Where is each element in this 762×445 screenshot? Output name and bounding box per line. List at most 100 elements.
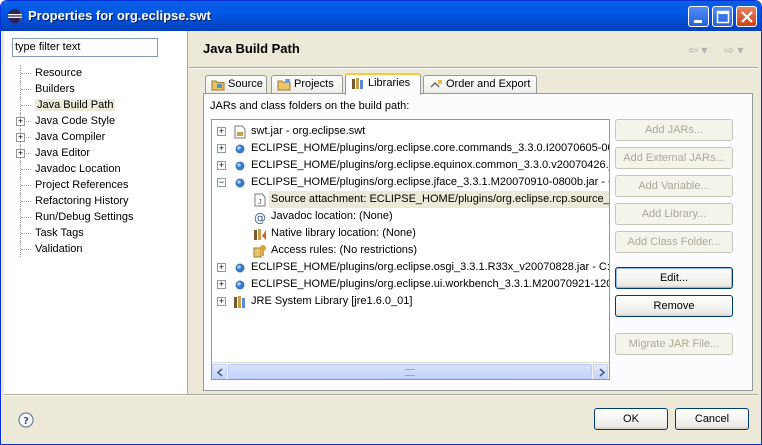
expand-icon[interactable]: + — [217, 263, 226, 272]
scroll-left-button[interactable] — [212, 364, 227, 379]
properties-dialog: Properties for org.eclipse.swt type filt… — [0, 0, 762, 445]
library-entry[interactable]: + ECLIPSE_HOME/plugins/org.eclipse.ui.wor… — [212, 276, 609, 293]
nav-item-java-editor[interactable]: + Java Editor — [16, 145, 186, 161]
expand-icon[interactable]: + — [217, 127, 226, 136]
nav-item-run-debug-settings[interactable]: Run/Debug Settings — [16, 209, 186, 225]
nav-item-label: Java Editor — [35, 147, 91, 159]
nav-item-task-tags[interactable]: Task Tags — [16, 225, 186, 241]
nav-item-validation[interactable]: Validation — [16, 241, 186, 257]
minimize-icon — [694, 20, 702, 23]
help-icon[interactable]: ? — [18, 412, 34, 428]
title-bar[interactable]: Properties for org.eclipse.swt — [1, 1, 761, 31]
footer-separator — [4, 394, 758, 396]
close-button[interactable] — [736, 6, 757, 27]
library-entry-text: ECLIPSE_HOME/plugins/org.eclipse.ui.work… — [251, 278, 609, 290]
library-attribute[interactable]: @ Javadoc location: (None) — [212, 208, 609, 225]
nav-item-java-code-style[interactable]: + Java Code Style — [16, 113, 186, 129]
nav-item-label: Run/Debug Settings — [35, 211, 134, 223]
nav-item-java-build-path[interactable]: Java Build Path — [16, 97, 186, 113]
nav-item-label: Validation — [35, 243, 83, 255]
expand-icon[interactable]: + — [16, 133, 25, 142]
library-attribute[interactable]: Native library location: (None) — [212, 225, 609, 242]
library-entry-text: Access rules: (No restrictions) — [271, 244, 418, 256]
library-entry-text: ECLIPSE_HOME/plugins/org.eclipse.jface_3… — [251, 176, 609, 188]
library-entry[interactable]: + ECLIPSE_HOME/plugins/org.eclipse.core.c… — [212, 140, 609, 157]
expand-icon[interactable]: + — [16, 149, 25, 158]
filter-input[interactable]: type filter text — [12, 38, 158, 57]
migrate-jar-button[interactable]: Migrate JAR File... — [615, 333, 733, 355]
nav-item-builders[interactable]: Builders — [16, 81, 186, 97]
library-entry-text: JRE System Library [jre1.6.0_01] — [251, 295, 413, 307]
minimize-button[interactable] — [688, 6, 709, 27]
library-entry-text: ECLIPSE_HOME/plugins/org.eclipse.core.co… — [251, 142, 609, 154]
library-entry[interactable]: + JRE System Library [jre1.6.0_01] — [212, 293, 609, 310]
nav-item-label: Java Code Style — [35, 115, 116, 127]
svg-text:?: ? — [23, 416, 29, 427]
window-title: Properties for org.eclipse.swt — [28, 8, 211, 23]
nav-item-label: Task Tags — [35, 227, 84, 239]
close-icon — [741, 11, 753, 23]
libraries-tree[interactable]: + swt.jar - org.eclipse.swt + ECLIPSE_HOME/… — [211, 119, 610, 380]
expand-icon[interactable]: + — [217, 161, 226, 170]
back-button[interactable]: ⇦ ▾ — [688, 43, 707, 57]
cancel-button[interactable]: Cancel — [675, 408, 749, 430]
forward-button[interactable]: ⇨ ▾ — [724, 43, 743, 57]
library-attribute[interactable]: Access rules: (No restrictions) — [212, 242, 609, 259]
svg-text:J: J — [258, 198, 262, 206]
library-entry[interactable]: + swt.jar - org.eclipse.swt — [212, 123, 609, 140]
library-entry-text: Source attachment: ECLIPSE_HOME/plugins/… — [269, 191, 609, 208]
nav-item-label: Javadoc Location — [35, 163, 121, 175]
eclipse-logo-icon — [8, 9, 22, 23]
remove-button[interactable]: Remove — [615, 295, 733, 317]
library-attribute[interactable]: J Source attachment: ECLIPSE_HOME/plugins… — [212, 191, 609, 208]
collapse-icon[interactable]: − — [217, 178, 226, 187]
nav-item-java-compiler[interactable]: + Java Compiler — [16, 129, 186, 145]
build-path-label: JARs and class folders on the build path… — [210, 100, 410, 112]
ok-button[interactable]: OK — [594, 408, 668, 430]
nav-item-label: Refactoring History — [35, 195, 129, 207]
library-entry[interactable]: + ECLIPSE_HOME/plugins/org.eclipse.osgi_3… — [212, 259, 609, 276]
nav-item-label: Resource — [35, 67, 83, 79]
tab-order-export-label: Order and Export — [446, 78, 531, 90]
expand-icon[interactable]: + — [217, 144, 226, 153]
tab-projects[interactable]: Projects — [271, 75, 343, 94]
add-class-folder-button[interactable]: Add Class Folder... — [615, 231, 733, 253]
library-entry-text: ECLIPSE_HOME/plugins/org.eclipse.equinox… — [251, 159, 609, 171]
main-page: Java Build Path ⇦ ▾ ⇨ ▾ Source Projects … — [189, 31, 758, 394]
add-external-jars-button[interactable]: Add External JARs... — [615, 147, 733, 169]
add-variable-button[interactable]: Add Variable... — [615, 175, 733, 197]
horizontal-scrollbar[interactable] — [212, 362, 609, 379]
add-library-button[interactable]: Add Library... — [615, 203, 733, 225]
nav-item-refactoring-history[interactable]: Refactoring History — [16, 193, 186, 209]
libraries-icon — [352, 78, 363, 89]
expand-icon[interactable]: + — [16, 117, 25, 126]
add-jars-button[interactable]: Add JARs... — [615, 119, 733, 141]
nav-item-project-references[interactable]: Project References — [16, 177, 186, 193]
expand-icon[interactable]: + — [217, 280, 226, 289]
scroll-thumb[interactable] — [228, 364, 592, 379]
library-entry[interactable]: − ECLIPSE_HOME/plugins/org.eclipse.jface_… — [212, 174, 609, 191]
library-entry-text: swt.jar - org.eclipse.swt — [251, 125, 366, 137]
scroll-right-button[interactable] — [593, 364, 608, 379]
preference-navigation: type filter text Resource Builders Java Bu… — [4, 31, 188, 394]
nav-item-javadoc-location[interactable]: Javadoc Location — [16, 161, 186, 177]
library-entry-text: Native library location: (None) — [271, 227, 416, 239]
library-entry[interactable]: + ECLIPSE_HOME/plugins/org.eclipse.equino… — [212, 157, 609, 174]
nav-item-label: Builders — [35, 83, 75, 95]
tab-projects-label: Projects — [294, 78, 334, 90]
tab-source[interactable]: Source — [205, 75, 267, 94]
maximize-button[interactable] — [712, 6, 733, 27]
expand-icon[interactable]: + — [217, 297, 226, 306]
page-title: Java Build Path — [203, 41, 300, 56]
tab-libraries[interactable]: Libraries — [345, 73, 421, 95]
header-separator — [189, 67, 758, 69]
nav-item-label: Java Compiler — [35, 131, 106, 143]
nav-item-resource[interactable]: Resource — [16, 65, 186, 81]
source-folder-icon — [211, 80, 225, 91]
svg-text:@: @ — [254, 211, 266, 224]
tab-libraries-label: Libraries — [368, 77, 411, 89]
preference-tree: Resource Builders Java Build Path + Java Cod… — [16, 65, 186, 257]
nav-item-label: Project References — [35, 179, 129, 191]
edit-button[interactable]: Edit... — [615, 267, 733, 289]
tab-order-export[interactable]: Order and Export — [423, 75, 537, 94]
